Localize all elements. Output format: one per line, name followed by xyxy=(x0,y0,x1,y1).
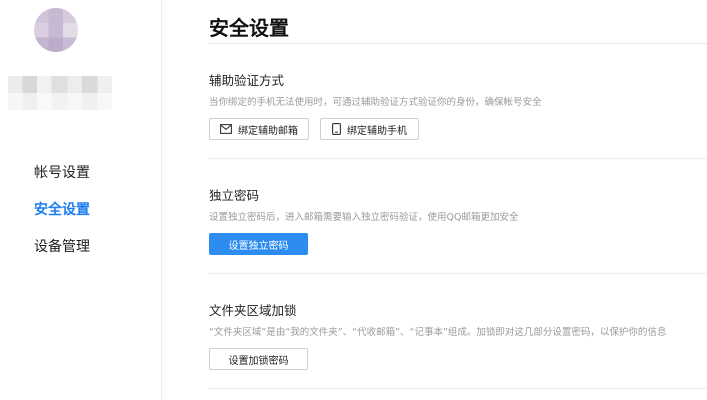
username-blurred xyxy=(8,76,112,110)
section-aux-verification: 辅助验证方式 当你绑定的手机无法使用时，可通过辅助验证方式验证你的身份，确保帐号… xyxy=(209,70,707,140)
bind-aux-email-button[interactable]: 绑定辅助邮箱 xyxy=(209,118,309,140)
set-independent-password-button[interactable]: 设置独立密码 xyxy=(209,233,308,255)
section-description: 设置独立密码后，进入邮箱需要输入独立密码验证，使用QQ邮箱更加安全 xyxy=(209,212,519,223)
phone-icon xyxy=(332,123,341,135)
sidebar-nav: 帐号设置 安全设置 设备管理 xyxy=(34,163,90,274)
sidebar-item-account-settings[interactable]: 帐号设置 xyxy=(34,163,90,200)
sidebar-item-device-management[interactable]: 设备管理 xyxy=(34,237,90,274)
bind-aux-email-label: 绑定辅助邮箱 xyxy=(238,125,298,137)
section-independent-password: 独立密码 设置独立密码后，进入邮箱需要输入独立密码验证，使用QQ邮箱更加安全 设… xyxy=(209,185,707,255)
section-title: 文件夹区域加锁 xyxy=(209,303,297,318)
section-description: “文件夹区域”是由“我的文件夹”、“代收邮箱”、“记事本”组成。加锁即对这几部分… xyxy=(209,327,667,338)
avatar[interactable] xyxy=(34,8,78,52)
page-title: 安全设置 xyxy=(209,16,289,40)
mail-icon xyxy=(220,124,232,134)
section-title: 独立密码 xyxy=(209,188,260,203)
sidebar-item-security-settings[interactable]: 安全设置 xyxy=(34,200,90,237)
sidebar: 帐号设置 安全设置 设备管理 xyxy=(0,0,162,400)
section-folder-lock: 文件夹区域加锁 “文件夹区域”是由“我的文件夹”、“代收邮箱”、“记事本”组成。… xyxy=(209,300,707,370)
bind-aux-phone-label: 绑定辅助手机 xyxy=(347,125,407,137)
title-divider xyxy=(209,43,707,44)
section-divider xyxy=(209,158,707,159)
set-lock-password-button[interactable]: 设置加锁密码 xyxy=(209,348,308,370)
section-divider xyxy=(209,388,707,389)
section-divider xyxy=(209,273,707,274)
section-title: 辅助验证方式 xyxy=(209,73,285,88)
section-description: 当你绑定的手机无法使用时，可通过辅助验证方式验证你的身份，确保帐号安全 xyxy=(209,97,542,108)
bind-aux-phone-button[interactable]: 绑定辅助手机 xyxy=(320,118,419,140)
